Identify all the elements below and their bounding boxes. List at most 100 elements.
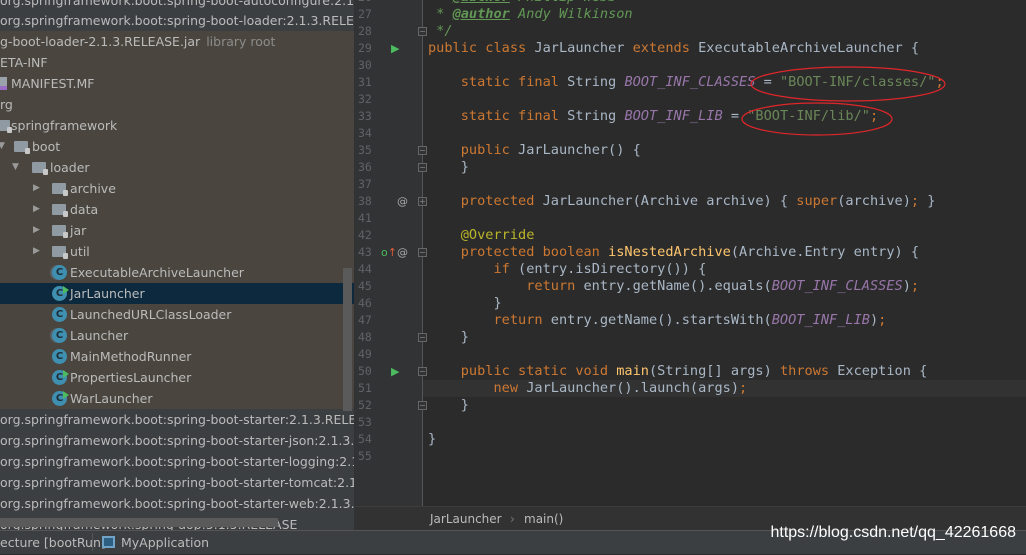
editor-gutter: 262728−29▶303132333435−36−3738@+414243o↑…: [355, 0, 427, 506]
fold-collapse-icon[interactable]: −: [418, 146, 427, 155]
fold-collapse-icon[interactable]: −: [418, 333, 427, 342]
tree-row[interactable]: ▼ loader: [0, 157, 354, 178]
tree-row[interactable]: C WarLauncher: [0, 388, 354, 409]
code-token: ;: [935, 74, 944, 90]
tree-row[interactable]: C JarLauncher: [0, 283, 354, 304]
line-number: 33: [358, 109, 372, 123]
tree-item-label: springframework: [11, 118, 118, 133]
code-token: JarLauncher().launch(args): [526, 380, 740, 396]
expand-arrow-open-icon[interactable]: ▼: [12, 157, 19, 178]
manifest-file-icon: [0, 77, 7, 90]
code-token: ;: [910, 193, 928, 209]
line-number: 34: [358, 126, 372, 140]
breadcrumb-class[interactable]: JarLauncher: [430, 507, 502, 531]
overrides-at-icon[interactable]: @: [397, 193, 408, 210]
breadcrumb-method[interactable]: main(): [524, 507, 563, 531]
tree-row[interactable]: org.springframework.boot:spring-boot-sta…: [0, 409, 354, 430]
code-line: if (entry.isDirectory()) {: [428, 261, 706, 278]
code-token: Andy Wilkinson: [509, 6, 633, 22]
code-token: JarLauncher() {: [518, 142, 641, 158]
code-line: }: [428, 431, 436, 448]
code-token: entry.getName().equals(: [583, 278, 772, 294]
tree-item-label: org.springframework.boot:spring-boot-loa…: [0, 13, 354, 28]
code-token: (archive): [837, 193, 911, 209]
code-token: ): [869, 312, 879, 328]
code-line: static final String BOOT_INF_CLASSES = "…: [428, 74, 944, 91]
fold-collapse-icon[interactable]: −: [418, 367, 427, 376]
code-token: =: [755, 74, 780, 90]
expand-arrow-open-icon[interactable]: ▼: [0, 136, 5, 157]
expand-arrow-closed-icon[interactable]: ▶: [33, 220, 40, 241]
code-line: static final String BOOT_INF_LIB = "BOOT…: [428, 108, 878, 125]
fold-collapse-icon[interactable]: −: [418, 27, 427, 36]
expand-arrow-closed-icon[interactable]: ▶: [33, 178, 40, 199]
tree-row[interactable]: ▶ data: [0, 199, 354, 220]
tab-bootrun[interactable]: ecture [bootRun]: [0, 531, 106, 555]
package-folder-icon: [32, 162, 48, 175]
tree-row[interactable]: org.springframework.boot:spring-boot-sta…: [0, 493, 354, 514]
tree-row[interactable]: org.springframework.boot:spring-boot-loa…: [0, 10, 354, 31]
tree-row[interactable]: C PropertiesLauncher: [0, 367, 354, 388]
tree-row[interactable]: C ExecutableArchiveLauncher: [0, 262, 354, 283]
tree-row[interactable]: C LaunchedURLClassLoader: [0, 304, 354, 325]
abstract-class-icon: C: [52, 328, 67, 343]
tree-row[interactable]: MANIFEST.MF: [0, 73, 354, 94]
tree-row[interactable]: g-boot-loader-2.1.3.RELEASE.jar library r…: [0, 31, 354, 52]
tree-item-label: g-boot-loader-2.1.3.RELEASE.jar library r…: [0, 34, 276, 49]
package-folder-icon: [14, 141, 30, 154]
watermark: https://blog.csdn.net/qq_42261668: [770, 524, 1016, 541]
tab-myapplication[interactable]: MyApplication: [121, 531, 209, 555]
tree-row[interactable]: ▶ archive: [0, 178, 354, 199]
tree-row[interactable]: org.springframework.boot:spring-boot-sta…: [0, 430, 354, 451]
tree-row[interactable]: org.springframework.boot:spring-boot-sta…: [0, 451, 354, 472]
line-number: 54: [358, 432, 372, 446]
code-token: entry.getName().startsWith(: [550, 312, 772, 328]
tree-item-suffix: library root: [206, 34, 276, 49]
tree-item-label: util: [70, 244, 90, 259]
code-token: public class: [428, 40, 535, 56]
tree-item-label: org.springframework.boot:spring-boot-sta…: [0, 454, 354, 469]
project-tree[interactable]: org.springframework.boot:spring-boot-aut…: [0, 0, 354, 530]
vertical-scrollbar[interactable]: [343, 268, 352, 411]
fold-collapse-icon[interactable]: −: [418, 401, 427, 410]
tree-row[interactable]: ▼ boot: [0, 136, 354, 157]
line-number: 48: [358, 330, 372, 344]
tree-row[interactable]: ▶ util: [0, 241, 354, 262]
line-number: 51: [358, 381, 372, 395]
expand-arrow-closed-icon[interactable]: ▶: [33, 199, 40, 220]
horizontal-scrollbar[interactable]: [0, 518, 278, 527]
run-gutter-icon[interactable]: ▶: [391, 363, 399, 380]
code-line: * @author Andy Wilkinson: [428, 6, 633, 23]
fold-expand-icon[interactable]: +: [418, 197, 427, 206]
code-line: public JarLauncher() {: [428, 142, 641, 159]
runnable-class-icon: C: [52, 370, 69, 385]
code-token: public static void: [428, 363, 617, 379]
code-token: JarLauncher: [534, 40, 633, 56]
code-token: ;: [869, 108, 879, 124]
code-token: (entry.isDirectory()) {: [518, 261, 707, 277]
code-token: throws: [779, 363, 838, 379]
tree-row[interactable]: rg: [0, 94, 354, 115]
tree-row[interactable]: springframework: [0, 115, 354, 136]
line-number: 43: [358, 245, 372, 259]
expand-arrow-closed-icon[interactable]: ▶: [33, 241, 40, 262]
code-line: public class JarLauncher extends Executa…: [428, 40, 919, 57]
tree-row[interactable]: org.springframework.boot:spring-boot-sta…: [0, 472, 354, 493]
tree-item-label: MANIFEST.MF: [11, 76, 95, 91]
tree-item-label: ExecutableArchiveLauncher: [70, 265, 244, 280]
overrides-at-icon[interactable]: @: [397, 244, 408, 261]
code-line: }: [428, 159, 469, 176]
tree-row[interactable]: C MainMethodRunner: [0, 346, 354, 367]
code-token: Phillip Webb: [510, 0, 616, 5]
code-editor[interactable]: 262728−29▶303132333435−36−3738@+414243o↑…: [354, 0, 1026, 506]
fold-collapse-icon[interactable]: −: [418, 248, 427, 257]
runnable-class-icon: C: [52, 286, 69, 301]
tree-row[interactable]: ETA-INF: [0, 52, 354, 73]
run-gutter-icon[interactable]: ▶: [391, 40, 399, 57]
implements-method-icon[interactable]: o↑: [381, 244, 397, 261]
tree-row[interactable]: C Launcher: [0, 325, 354, 346]
code-token: }: [428, 431, 437, 447]
fold-collapse-icon[interactable]: −: [418, 163, 427, 172]
line-number: 27: [358, 7, 372, 21]
tree-row[interactable]: ▶ jar: [0, 220, 354, 241]
